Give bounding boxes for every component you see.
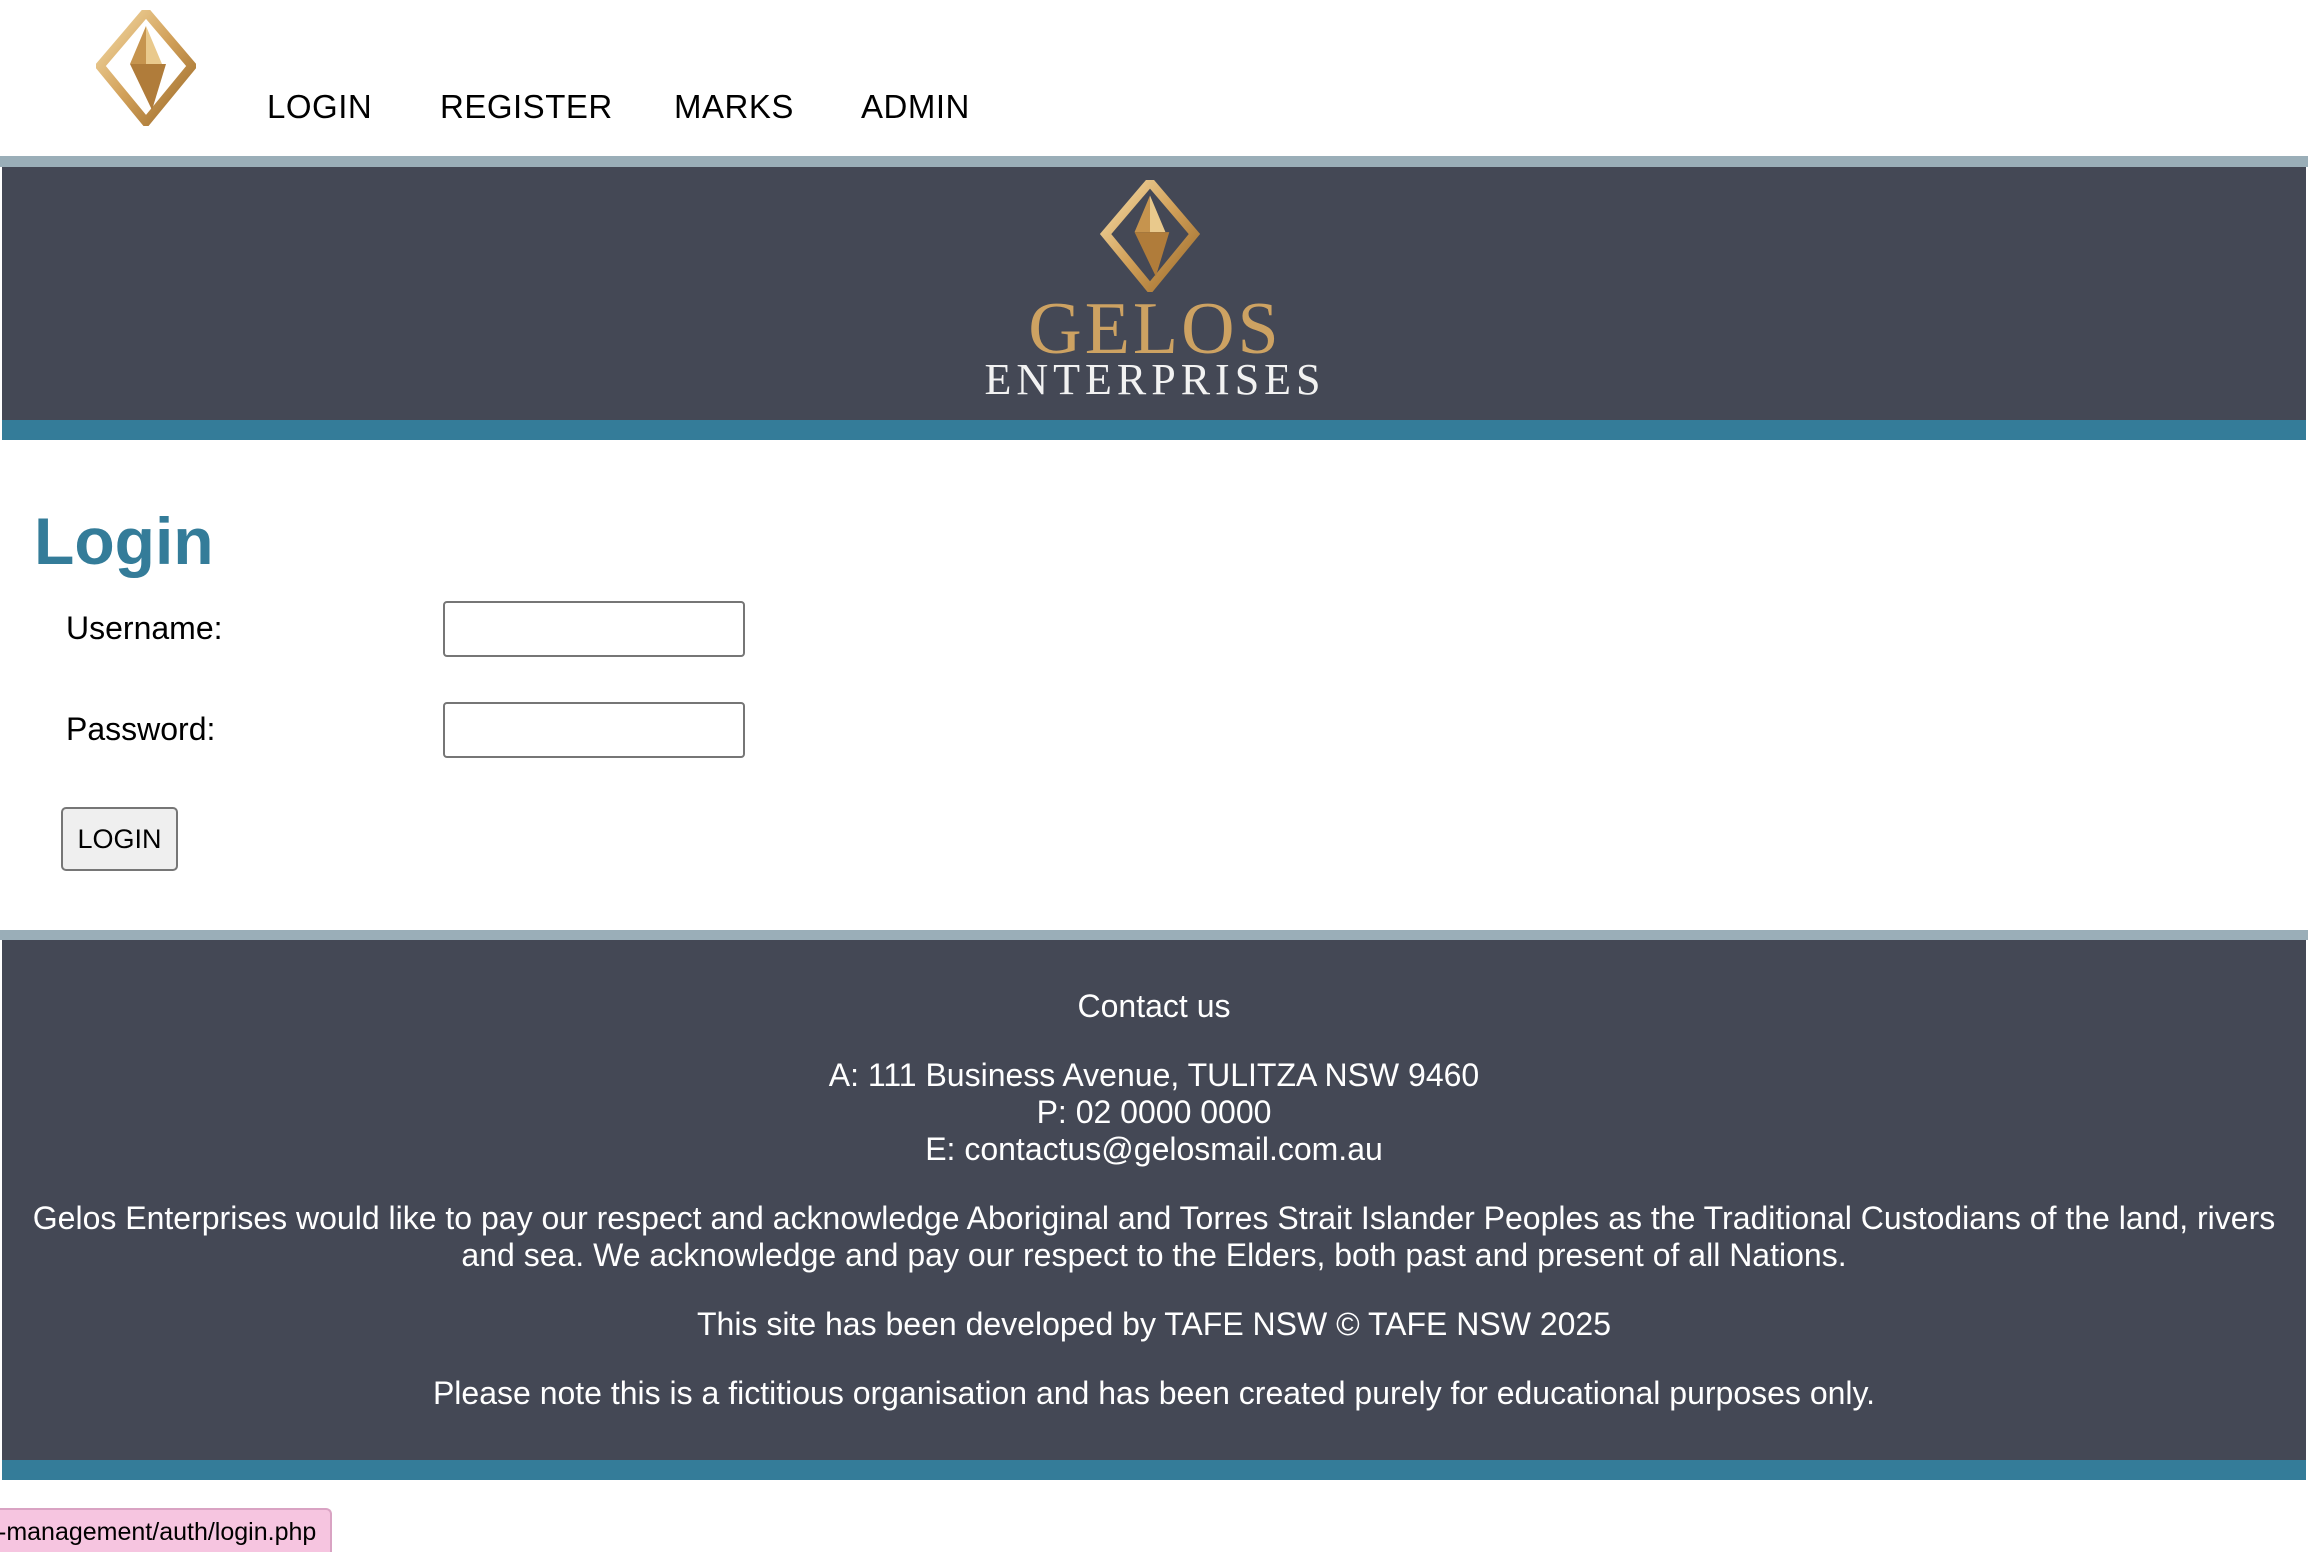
password-label: Password:	[66, 711, 216, 747]
brand-name-enterprises: ENTERPRISES	[984, 355, 1326, 404]
footer-contact-heading: Contact us	[1077, 988, 1231, 1024]
footer-top-divider	[0, 930, 2308, 940]
page-title: Login	[34, 504, 214, 578]
banner-logo-icon	[1100, 180, 1200, 292]
nav-admin-link[interactable]: ADMIN	[861, 88, 970, 126]
username-label: Username:	[66, 610, 223, 646]
nav-register-link[interactable]: REGISTER	[440, 88, 613, 126]
nav-login-link[interactable]: LOGIN	[267, 88, 372, 126]
nav-marks-link[interactable]: MARKS	[674, 88, 794, 126]
footer-address: A: 111 Business Avenue, TULITZA NSW 9460	[828, 1057, 1480, 1093]
status-bar-url: -management/auth/login.php	[0, 1508, 333, 1552]
footer-phone: P: 02 0000 0000	[1036, 1094, 1272, 1130]
footer-disclaimer: Please note this is a fictitious organis…	[432, 1375, 1876, 1411]
gelos-logo-icon[interactable]	[96, 10, 196, 126]
footer-bottom-divider	[2, 1460, 2306, 1480]
top-navigation: LOGIN REGISTER MARKS ADMIN	[0, 0, 2308, 155]
footer-developed-by: This site has been developed by TAFE NSW…	[696, 1306, 1612, 1342]
banner-bottom-divider	[2, 420, 2306, 440]
username-input[interactable]	[443, 601, 745, 657]
banner-top-divider	[0, 156, 2308, 167]
footer-email: E: contactus@gelosmail.com.au	[925, 1131, 1383, 1167]
footer-acknowledgement: Gelos Enterprises would like to pay our …	[32, 1200, 2276, 1273]
password-input[interactable]	[443, 702, 745, 758]
login-button[interactable]: LOGIN	[61, 807, 178, 871]
